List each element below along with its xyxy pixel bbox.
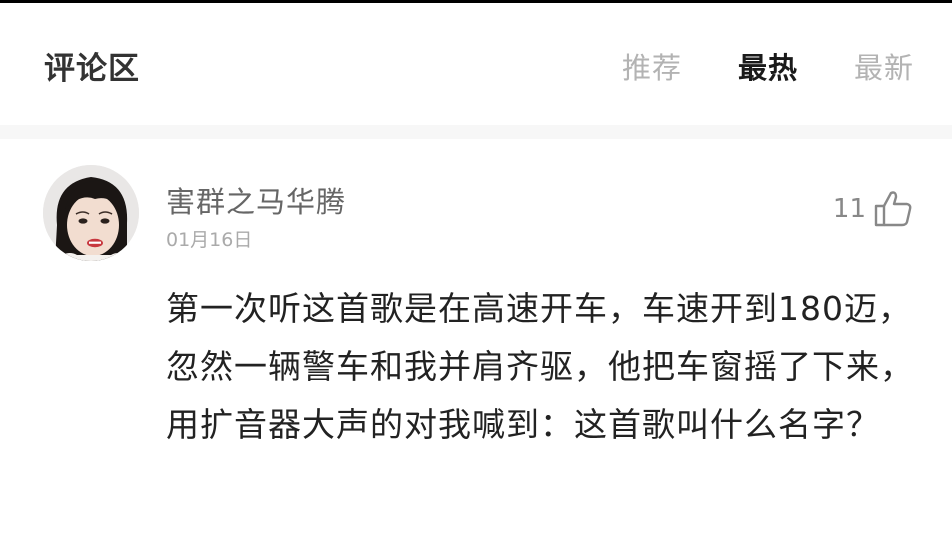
comment-section-header: 评论区 推荐 最热 最新: [0, 3, 952, 125]
like-button[interactable]: 11: [833, 189, 914, 229]
comment-text: 第一次听这首歌是在高速开车，车速开到180迈，忽然一辆警车和我并肩齐驱，他把车窗…: [166, 289, 914, 444]
tab-recommended[interactable]: 推荐: [622, 45, 682, 87]
like-count: 11: [832, 194, 866, 224]
sort-tabs: 推荐 最热 最新: [622, 45, 914, 87]
section-title: 评论区: [44, 51, 140, 87]
username[interactable]: 害群之马华腾: [166, 179, 346, 221]
tab-newest[interactable]: 最新: [854, 45, 914, 87]
comment-item: 害群之马华腾 01月16日 11 第一次听这首歌是在高速开车，车速开到180迈，…: [0, 139, 952, 536]
comment-date: 01月16日: [166, 229, 253, 251]
tab-hottest[interactable]: 最热: [738, 45, 798, 87]
avatar[interactable]: [43, 165, 139, 261]
thumbs-up-icon: [874, 191, 912, 227]
avatar-portrait: [43, 165, 139, 261]
section-divider: [0, 125, 952, 139]
